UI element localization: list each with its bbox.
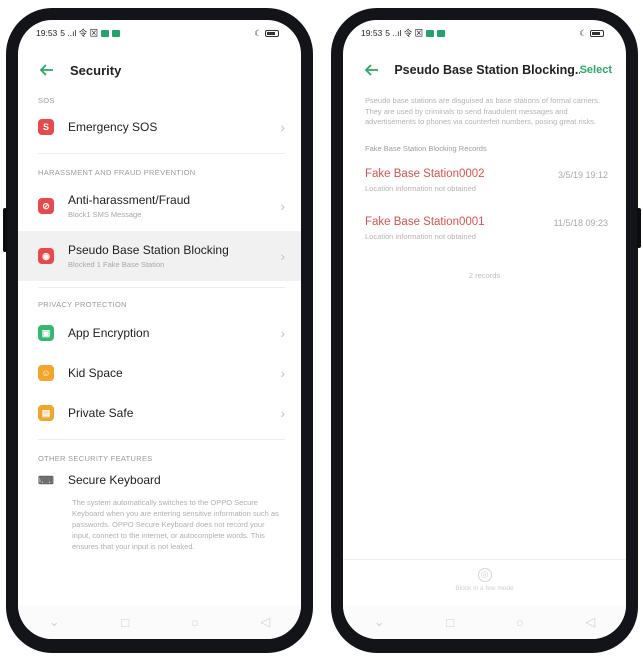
- notification-icon: [101, 29, 110, 37]
- pseudo-base-station-label: Pseudo Base Station Blocking: [68, 243, 229, 257]
- status-network: 5 ..ıl 令 ⊠: [60, 28, 99, 38]
- bottom-action-label: Block in a few mode: [455, 584, 514, 592]
- battery-icon: [590, 29, 604, 37]
- pseudo-base-station-screen: 19:53 5 ..ıl 令 ⊠ ☾ Pseudo Base Station B…: [343, 20, 626, 639]
- sos-icon: S: [38, 119, 54, 135]
- status-network: 5 ..ıl 令 ⊠: [385, 28, 424, 38]
- keyboard-icon: ⌨: [38, 474, 54, 487]
- record-location: Location information not obtained: [365, 232, 476, 241]
- anti-harassment-label: Anti-harassment/Fraud: [68, 193, 191, 207]
- header: Security: [18, 50, 301, 90]
- moon-icon: ☾: [579, 27, 587, 38]
- block-icon: ⊘: [38, 198, 54, 214]
- emergency-sos-item[interactable]: S Emergency SOS ›: [18, 105, 301, 149]
- select-button[interactable]: Select: [580, 64, 612, 76]
- emergency-sos-label: Emergency SOS: [68, 120, 158, 134]
- records-content: Pseudo base stations are disguised as ba…: [343, 90, 626, 639]
- chevron-right-icon: ›: [280, 198, 285, 214]
- status-time: 19:53: [36, 28, 58, 38]
- home-icon[interactable]: ○: [191, 615, 199, 630]
- header: Pseudo Base Station Blocking... Select: [343, 50, 626, 90]
- records-count: 2 records: [468, 270, 501, 280]
- section-label-privacy: PRIVACY PROTECTION: [38, 300, 127, 309]
- back-nav-icon[interactable]: ◁: [260, 614, 270, 630]
- recents-icon[interactable]: □: [121, 615, 129, 630]
- power-button: [637, 208, 641, 248]
- app-encryption-label: App Encryption: [68, 326, 150, 340]
- secure-keyboard-item[interactable]: ⌨ Secure Keyboard: [18, 463, 301, 497]
- pseudo-base-station-item[interactable]: ◉ Pseudo Base Station Blocking Blocked 1…: [18, 231, 301, 281]
- navigation-bar: ⌄ □ ○ ◁: [343, 605, 626, 639]
- back-button[interactable]: [36, 59, 58, 81]
- records-section-label: Fake Base Station Blocking Records: [365, 143, 487, 153]
- back-arrow-icon: [40, 64, 53, 76]
- menu-icon[interactable]: ⌄: [374, 614, 385, 630]
- page-title: Security: [70, 62, 122, 78]
- bottom-action-button[interactable]: ◎ Block in a few mode: [343, 559, 626, 599]
- section-label-other: OTHER SECURITY FEATURES: [38, 454, 153, 463]
- back-button[interactable]: [361, 59, 382, 81]
- phone-left: 19:53 5 ..ıl 令 ⊠ ☾ Security SOS S Emerge…: [3, 8, 313, 653]
- pseudo-base-description: Pseudo base stations are disguised as ba…: [365, 96, 601, 126]
- chevron-right-icon: ›: [280, 248, 285, 264]
- kid-space-icon: ☺: [38, 365, 54, 381]
- secure-keyboard-description: The system automatically switches to the…: [72, 498, 279, 551]
- chevron-right-icon: ›: [280, 119, 285, 135]
- record-time: 3/5/19 19:12: [557, 169, 608, 180]
- status-bar: 19:53 5 ..ıl 令 ⊠ ☾: [343, 20, 626, 46]
- volume-button: [3, 208, 7, 252]
- section-label-sos: SOS: [38, 96, 55, 105]
- pseudo-base-station-subtitle: Blocked 1 Fake Base Station: [68, 260, 165, 269]
- kid-space-item[interactable]: ☺ Kid Space ›: [18, 353, 301, 393]
- anti-harassment-subtitle: Block1 SMS Message: [68, 210, 142, 219]
- notification-icon: [112, 29, 121, 37]
- notification-icon: [437, 29, 446, 37]
- record-time: 11/5/18 09:23: [553, 217, 608, 228]
- record-item[interactable]: Fake Base Station0002 Location informati…: [343, 157, 626, 205]
- recents-icon[interactable]: □: [446, 615, 454, 630]
- app-encryption-item[interactable]: ▣ App Encryption ›: [18, 313, 301, 353]
- chevron-right-icon: ›: [280, 325, 285, 341]
- record-name: Fake Base Station0001: [365, 216, 485, 228]
- home-icon[interactable]: ○: [516, 615, 524, 630]
- notification-icon: [426, 29, 435, 37]
- page-title: Pseudo Base Station Blocking...: [394, 63, 580, 77]
- security-list: SOS S Emergency SOS › HARASSMENT AND FRA…: [18, 90, 301, 639]
- shield-icon: ◎: [477, 567, 492, 582]
- section-label-harassment: HARASSMENT AND FRAUD PREVENTION: [38, 168, 196, 177]
- phone-right: 19:53 5 ..ıl 令 ⊠ ☾ Pseudo Base Station B…: [331, 8, 641, 653]
- status-bar: 19:53 5 ..ıl 令 ⊠ ☾: [18, 20, 301, 46]
- base-station-icon: ◉: [38, 248, 54, 264]
- safe-icon: ▤: [38, 405, 54, 421]
- back-arrow-icon: [364, 64, 378, 76]
- record-item[interactable]: Fake Base Station0001 Location informati…: [343, 205, 626, 253]
- navigation-bar: ⌄ □ ○ ◁: [18, 605, 301, 639]
- moon-icon: ☾: [254, 27, 262, 38]
- lock-icon: ▣: [38, 325, 54, 341]
- record-name: Fake Base Station0002: [365, 168, 485, 180]
- kid-space-label: Kid Space: [68, 366, 123, 380]
- status-time: 19:53: [361, 28, 383, 38]
- private-safe-item[interactable]: ▤ Private Safe ›: [18, 393, 301, 433]
- record-location: Location information not obtained: [365, 184, 476, 193]
- anti-harassment-item[interactable]: ⊘ Anti-harassment/Fraud Block1 SMS Messa…: [18, 181, 301, 231]
- chevron-right-icon: ›: [280, 365, 285, 381]
- back-nav-icon[interactable]: ◁: [585, 614, 595, 630]
- chevron-right-icon: ›: [280, 405, 285, 421]
- secure-keyboard-label: Secure Keyboard: [68, 473, 161, 487]
- battery-icon: [265, 29, 279, 37]
- private-safe-label: Private Safe: [68, 406, 134, 420]
- menu-icon[interactable]: ⌄: [49, 614, 60, 630]
- security-screen: 19:53 5 ..ıl 令 ⊠ ☾ Security SOS S Emerge…: [18, 20, 301, 639]
